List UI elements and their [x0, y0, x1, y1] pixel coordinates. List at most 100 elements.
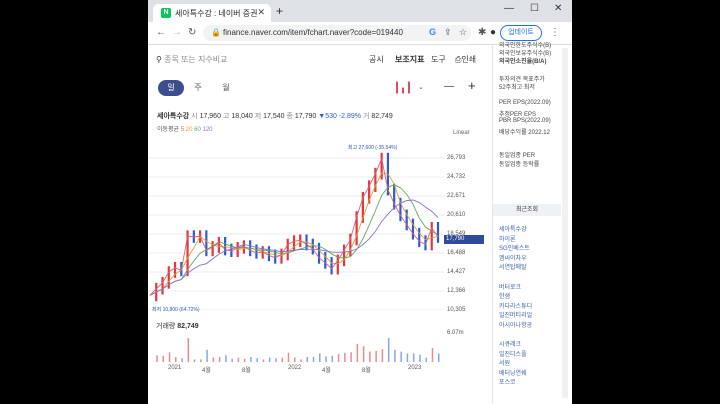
recent-item[interactable]: 시큐레크 — [499, 339, 521, 348]
forward-icon[interactable]: → — [172, 27, 182, 38]
search-placeholder: 종목 또는 지수비교 — [164, 55, 228, 64]
recent-item[interactable]: 세아특수강 — [499, 224, 527, 233]
volume-bar — [300, 359, 302, 362]
recent-item[interactable]: 베터닝연쉐 — [499, 368, 527, 377]
volume-bar — [181, 358, 183, 362]
recent-item[interactable]: 서원 — [499, 358, 510, 367]
extensions-icon[interactable]: ✱ — [478, 27, 486, 38]
recent-item[interactable]: 아시아나항공 — [499, 320, 532, 329]
recent-item[interactable]: 버터로크 — [499, 282, 521, 291]
volume-bar — [350, 352, 352, 362]
browser-tab[interactable]: N 세아특수강 : 네이버 증권 ✕ — [153, 4, 271, 22]
recent-item[interactable]: 카다라스튜디 — [499, 301, 532, 310]
volume-bar — [337, 354, 340, 362]
scale-selector[interactable]: Linear — [453, 130, 470, 136]
url-text: finance.naver.com/item/fchart.naver?code… — [223, 28, 403, 37]
browser-menu-icon[interactable]: ⋮ — [550, 27, 560, 38]
menu-indicators[interactable]: 보조지표 — [395, 54, 424, 65]
volume-bar — [331, 355, 334, 362]
volume-bar — [381, 349, 384, 362]
google-icon[interactable]: G — [429, 27, 436, 37]
scrollbar[interactable] — [562, 48, 568, 398]
y-tick: 10,305 — [447, 307, 466, 313]
volume-bar — [168, 352, 171, 362]
volume-bar — [225, 355, 227, 362]
recent-item[interactable]: 일진디스플 — [499, 349, 527, 358]
volume-bar — [400, 351, 402, 362]
zoom-in-icon[interactable]: + — [468, 78, 476, 93]
y-tick: 24,732 — [447, 174, 466, 180]
window-close-icon[interactable]: ✕ — [554, 3, 562, 14]
volume-bar — [394, 349, 396, 362]
search-icon: ⚲ — [156, 55, 162, 64]
chevron-down-icon[interactable]: ⌄ — [418, 83, 424, 91]
volume-bar — [319, 353, 321, 362]
volume-axis: 6.07m — [447, 330, 464, 336]
volume-label: 거래량 — [156, 323, 176, 330]
symbol-search-input[interactable]: ⚲ 종목 또는 지수비교 — [156, 54, 227, 65]
volume-bar — [243, 358, 246, 362]
recent-item[interactable]: 서연탑메탈 — [499, 262, 527, 271]
volume-bar — [306, 357, 309, 362]
recent-item[interactable]: 엠씨이차우 — [499, 253, 527, 262]
volume-bar — [175, 357, 177, 362]
bookmark-star-icon[interactable]: ☆ — [459, 27, 467, 38]
quote-low: 17,540 — [263, 113, 285, 120]
moving-average-legend: 이동평균 5 20 60 120 — [157, 124, 213, 133]
recent-item[interactable]: 하이론 — [499, 234, 516, 243]
volume-bar — [325, 356, 327, 362]
period-day-button[interactable]: 일 — [158, 80, 184, 96]
naver-favicon-icon: N — [161, 8, 171, 18]
menu-disclosure[interactable]: 공시 — [369, 54, 384, 65]
y-tick: 14,427 — [447, 269, 466, 275]
x-tick: 2023 — [408, 365, 422, 371]
new-tab-icon[interactable]: + — [276, 4, 283, 18]
volume-bar — [387, 338, 390, 362]
price-chart[interactable] — [148, 140, 444, 310]
sidebar-row: 추정PER EPS — [499, 112, 537, 118]
period-month-button[interactable]: 월 — [218, 80, 234, 96]
candle-type-icon[interactable]: ┃╻┃ — [394, 83, 412, 94]
ma-5: 5 — [180, 127, 185, 133]
volume-bar — [206, 349, 208, 362]
reload-icon[interactable]: ↻ — [188, 27, 196, 38]
x-tick: 2022 — [288, 365, 302, 371]
recent-item[interactable]: 포스코 — [499, 377, 516, 386]
period-week-button[interactable]: 주 — [190, 80, 206, 96]
quote-low-label: 저 — [254, 113, 262, 120]
quote-close-label: 종 — [286, 113, 293, 120]
close-tab-icon[interactable]: ✕ — [257, 7, 265, 18]
low-label: 최저 10,800 (64.72%) — [152, 307, 200, 313]
recent-item[interactable]: SG인베스트 — [499, 243, 530, 252]
recent-item[interactable]: 한샘 — [499, 291, 510, 300]
volume-bar — [312, 357, 315, 362]
update-button[interactable]: 업데이트 — [500, 25, 542, 41]
zoom-out-icon[interactable]: — — [444, 81, 454, 92]
volume-title: 거래량 82,749 — [156, 321, 199, 331]
volume-bar — [369, 351, 371, 362]
profile-icon[interactable]: ● — [490, 27, 496, 38]
back-icon[interactable]: ← — [156, 27, 166, 38]
recent-item[interactable]: 일진머티리얼 — [499, 310, 532, 319]
volume-bar — [287, 352, 290, 362]
y-tick: 20,610 — [447, 212, 466, 218]
high-label: 최고 27,600 (-35.54%) — [348, 145, 398, 151]
share-icon[interactable]: ⇪ — [444, 27, 452, 38]
volume-bar — [218, 357, 221, 362]
y-tick: 26,793 — [447, 155, 466, 161]
minimize-icon[interactable]: — — [504, 3, 514, 14]
volume-bar — [406, 353, 409, 362]
volume-bar — [212, 357, 215, 362]
url-input[interactable]: 🔒 finance.naver.com/item/fchart.naver?co… — [203, 25, 471, 41]
ma-label: 이동평균 — [157, 127, 180, 133]
volume-bar — [281, 357, 283, 362]
maximize-icon[interactable]: ☐ — [530, 3, 539, 14]
volume-bar — [256, 358, 258, 362]
volume-bar — [156, 355, 158, 362]
menu-tools[interactable]: 도구 — [431, 54, 446, 65]
ma-20: 20 — [185, 127, 193, 133]
volume-bar — [250, 357, 252, 362]
menu-print[interactable]: ⎙인쇄 — [455, 54, 476, 65]
volume-value: 82,749 — [177, 323, 199, 330]
volume-chart[interactable] — [148, 334, 444, 362]
